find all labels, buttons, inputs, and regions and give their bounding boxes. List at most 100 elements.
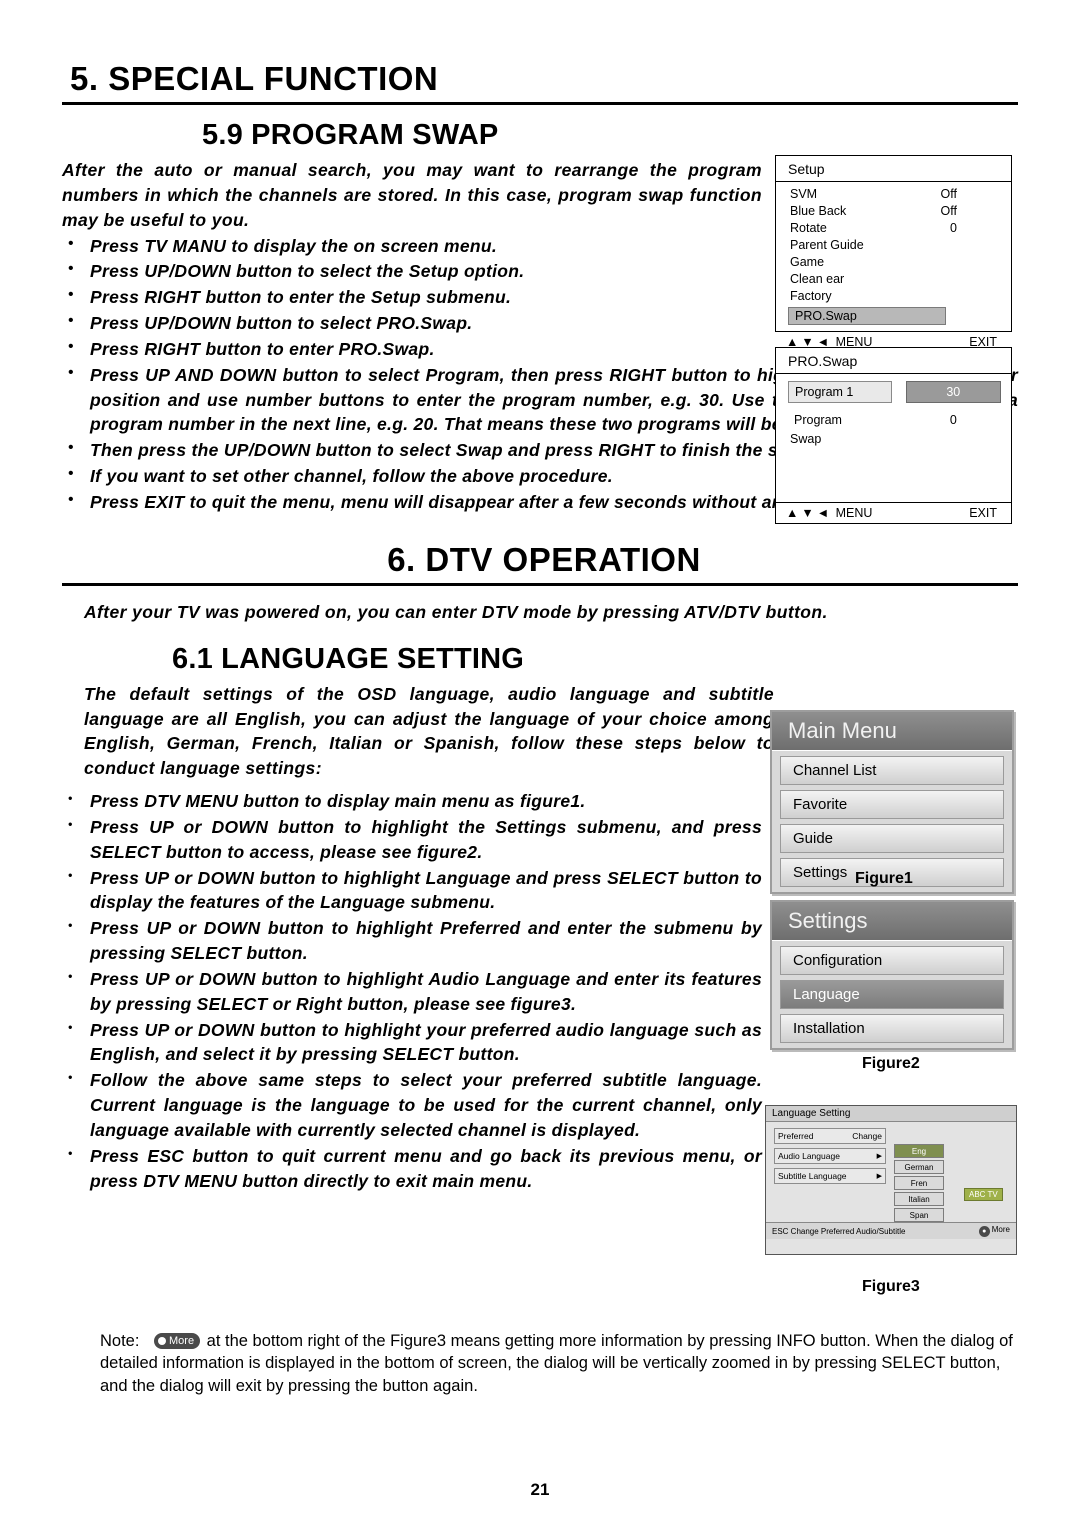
list-item: Press UP or DOWN button to highlight Pre… — [62, 916, 762, 966]
menu-item-language[interactable]: Language — [780, 980, 1004, 1009]
option-german[interactable]: German — [894, 1160, 944, 1174]
osd-row-label: Factory — [790, 288, 832, 303]
osd-row-value — [957, 255, 997, 269]
osd-selected-item[interactable]: PRO.Swap — [788, 307, 946, 325]
osd-footer-right: EXIT — [969, 506, 997, 520]
osd-swap-footer: ▲ ▼ ◄ MENU EXIT — [776, 502, 1011, 523]
section6-bullets: Press DTV MENU button to display main me… — [62, 789, 762, 1194]
list-item: Press ESC button to quit current menu an… — [62, 1144, 762, 1194]
more-button[interactable]: ● More — [978, 1225, 1010, 1237]
chevron-right-icon: ▶ — [876, 1173, 882, 1180]
left-arrow-icon: ◄ — [816, 506, 830, 520]
option-french[interactable]: Fren — [894, 1176, 944, 1190]
menu-item-channel-list[interactable]: Channel List — [780, 756, 1004, 785]
figure2-caption: Figure2 — [862, 1055, 920, 1072]
swap-program2-label: Program — [794, 413, 842, 427]
row-preferred-label: Preferred — [778, 1131, 814, 1141]
figure2-settings-menu: Settings Configuration Language Installa… — [770, 900, 1014, 1050]
osd-row-value: Off — [940, 203, 957, 218]
swap-program1-button[interactable]: Program 1 — [788, 381, 892, 403]
osd-row: Rotate 0 — [776, 219, 1011, 236]
section5-intro: After the auto or manual search, you may… — [62, 160, 762, 230]
osd-program-swap: PRO.Swap Program 1 30 Program 0 Swap ▲ ▼ ◄… — [775, 347, 1012, 524]
figure1-caption: Figure1 — [855, 870, 913, 887]
up-arrow-icon: ▲ — [786, 506, 799, 520]
language-dialog-body: Preferred Change Audio Language ▶ Subtit… — [766, 1122, 1016, 1222]
list-item: Press UP/DOWN button to select PRO.Swap. — [62, 310, 762, 336]
menu-item-configuration[interactable]: Configuration — [780, 946, 1004, 975]
list-item: Press UP/DOWN button to select the Setup… — [62, 258, 762, 284]
swap-program2-value: 0 — [949, 413, 957, 427]
osd-row-value: 0 — [950, 220, 957, 235]
swap-row-1: Program 1 30 — [788, 381, 1001, 403]
option-english[interactable]: Eng — [894, 1144, 944, 1158]
osd-row: Blue Back Off — [776, 202, 1011, 219]
footer-hint: ESC Change Preferred Audio/Subtitle — [772, 1226, 906, 1236]
menu-item-installation[interactable]: Installation — [780, 1014, 1004, 1043]
list-item: Follow the above same steps to select yo… — [62, 1068, 762, 1143]
section5-rule — [62, 102, 1018, 105]
osd-row: Clean ear — [776, 270, 1011, 287]
menu-item-guide[interactable]: Guide — [780, 824, 1004, 853]
osd-row: Parent Guide — [776, 236, 1011, 253]
osd-row-label: Parent Guide — [790, 237, 864, 252]
osd-row-value — [957, 238, 997, 252]
osd-row-value — [957, 272, 997, 286]
section6-rule — [62, 582, 1018, 586]
list-item: Press TV MANU to display the on screen m… — [62, 233, 762, 259]
section6-subheading: 6.1 LANGUAGE SETTING — [172, 642, 525, 675]
more-dot-icon: ● — [978, 1226, 990, 1237]
more-badge-icon: More — [154, 1332, 201, 1350]
list-item: Press DTV MENU button to display main me… — [62, 789, 762, 814]
osd-row-value: Off — [940, 186, 957, 201]
list-item: Press UP or DOWN button to highlight Lan… — [62, 866, 762, 916]
section6-intro2: The default settings of the OSD language… — [84, 683, 774, 779]
osd-row-label: Blue Back — [790, 203, 847, 218]
option-italian[interactable]: Italian — [894, 1192, 944, 1206]
section5-subheading: 5.9 PROGRAM SWAP — [202, 119, 499, 151]
row-audio-label: Audio Language — [778, 1151, 840, 1161]
osd-row-label: Rotate — [790, 220, 827, 235]
note-text: More at the bottom right of the Figure3 … — [100, 1332, 1013, 1395]
osd-row: Factory — [776, 287, 1011, 304]
row-subtitle-language[interactable]: Subtitle Language ▶ — [774, 1168, 886, 1184]
swap-row-2: Program 0 — [788, 410, 1001, 430]
page-number: 21 — [530, 1480, 550, 1499]
language-dialog-title: Language Setting — [766, 1106, 1016, 1122]
row-preferred[interactable]: Preferred Change — [774, 1128, 886, 1144]
osd-swap-title: PRO.Swap — [776, 348, 1011, 374]
section5-heading: 5. SPECIAL FUNCTION — [70, 60, 439, 97]
chevron-right-icon: ▶ — [876, 1153, 882, 1160]
swap-action-label[interactable]: Swap — [790, 432, 1001, 446]
section5-bullets: Press TV MANU to display the on screen m… — [62, 233, 762, 362]
list-item: Press UP or DOWN button to highlight the… — [62, 815, 762, 865]
note-label: Note: — [100, 1332, 140, 1350]
row-preferred-value: Change — [852, 1131, 882, 1141]
main-menu-title: Main Menu — [772, 712, 1012, 751]
list-item: Press RIGHT button to enter PRO.Swap. — [62, 336, 762, 362]
language-dialog-footer: ESC Change Preferred Audio/Subtitle ● Mor… — [766, 1222, 1016, 1239]
list-item: Press RIGHT button to enter the Setup su… — [62, 284, 762, 310]
figure3-language-setting-dialog: Language Setting Preferred Change Audio … — [765, 1105, 1017, 1255]
osd-setup-title: Setup — [776, 156, 1011, 182]
page-root: 5. SPECIAL FUNCTION 5.9 PROGRAM SWAP Aft… — [0, 0, 1080, 1532]
menu-item-favorite[interactable]: Favorite — [780, 790, 1004, 819]
osd-footer-left: ▲ ▼ ◄ MENU — [786, 506, 873, 520]
swap-program1-value[interactable]: 30 — [905, 381, 1001, 403]
note-block: Note: More at the bottom right of the Fi… — [100, 1330, 1018, 1397]
settings-menu-title: Settings — [772, 902, 1012, 941]
osd-row-label: Clean ear — [790, 271, 845, 286]
channel-badge: ABC TV — [964, 1188, 1003, 1201]
list-item: Press UP or DOWN button to highlight you… — [62, 1018, 762, 1068]
osd-row-label: SVM — [790, 186, 818, 201]
figure1-main-menu: Main Menu Channel List Favorite Guide Se… — [770, 710, 1014, 894]
down-arrow-icon: ▼ — [801, 506, 814, 520]
list-item: Press UP or DOWN button to highlight Aud… — [62, 967, 762, 1017]
section6-intro: After your TV was powered on, you can en… — [84, 601, 828, 622]
option-spanish[interactable]: Span — [894, 1208, 944, 1222]
osd-row: SVM Off — [776, 185, 1011, 202]
section5-left-column: After the auto or manual search, you may… — [62, 158, 762, 362]
row-audio-language[interactable]: Audio Language ▶ — [774, 1148, 886, 1164]
osd-row: Game — [776, 253, 1011, 270]
figure3-caption: Figure3 — [862, 1278, 920, 1295]
